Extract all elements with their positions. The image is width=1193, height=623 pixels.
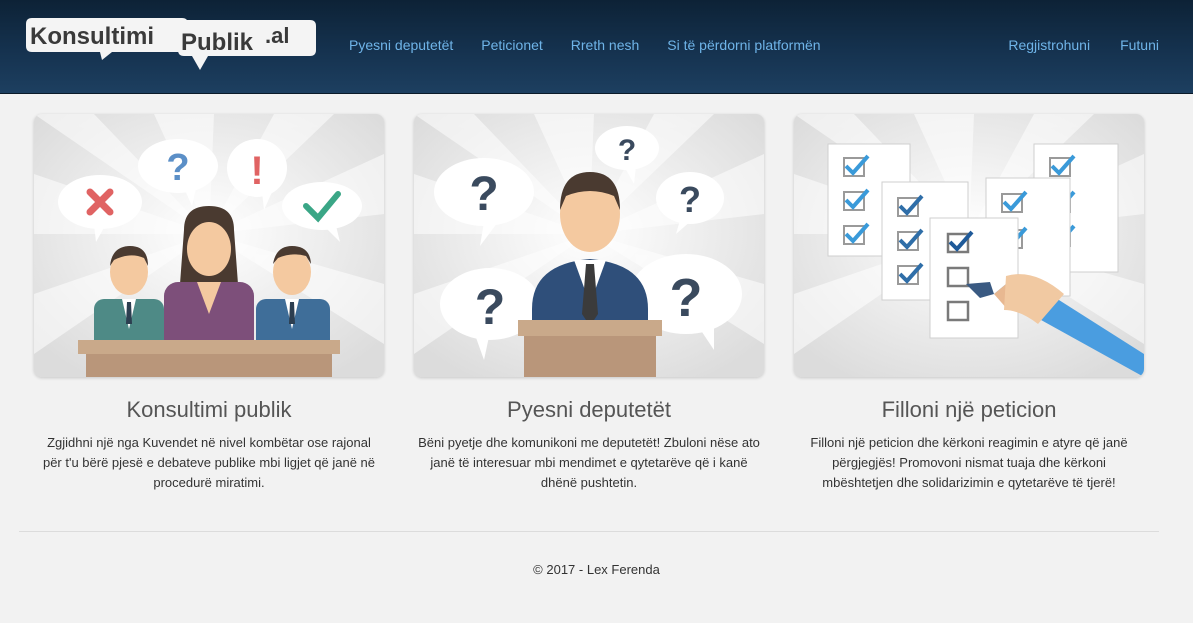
card-image-start-petition[interactable] [794,114,1144,377]
auth-nav: Regjistrohuni Futuni [978,0,1159,90]
nav-link-rreth-nesh[interactable]: Rreth nesh [557,37,653,53]
card-description: Bëni pyetje dhe komunikoni me deputetët!… [418,435,760,490]
site-logo[interactable]: Konsultimi Publik .al [22,14,318,72]
card-title: Konsultimi publik [126,397,292,422]
register-link[interactable]: Regjistrohuni [978,37,1090,53]
card-pyesni-deputetet: ? ? ? ? ? Pyesni deputetët Bëni pyetje d… [414,114,764,493]
petition-checklist-illustration [794,114,1144,377]
public-consultation-illustration: ? ! [34,114,384,377]
logo-text-word1: Konsultimi [30,23,154,50]
main-nav: Pyesni deputetët Peticionet Rreth nesh S… [335,0,835,90]
card-image-ask-deputies[interactable]: ? ? ? ? ? [414,114,764,377]
svg-text:?: ? [679,179,701,220]
svg-text:!: ! [250,149,263,193]
nav-link-pyesni-deputetet[interactable]: Pyesni deputetët [335,37,467,53]
card-image-public-consultation[interactable]: ? ! [34,114,384,377]
nav-link-si-te-perdorni[interactable]: Si të përdorni platformën [653,37,834,53]
footer-copyright: © 2017 - Lex Ferenda [533,562,660,577]
login-link[interactable]: Futuni [1090,37,1159,53]
nav-link-peticionet[interactable]: Peticionet [467,37,556,53]
svg-text:?: ? [475,279,506,335]
card-filloni-peticion: Filloni një peticion Filloni një peticio… [794,114,1144,493]
svg-text:?: ? [469,168,498,221]
card-konsultimi-publik: ? ! Konsultimi publik Zgjidhni një nga K… [34,114,384,493]
svg-text:?: ? [670,268,703,328]
card-title: Pyesni deputetët [507,397,671,422]
card-description: Filloni një peticion dhe kërkoni reagimi… [810,435,1128,490]
card-title: Filloni një peticion [881,397,1057,422]
svg-text:?: ? [166,147,189,189]
svg-text:?: ? [618,134,636,167]
ask-deputies-illustration: ? ? ? ? ? [414,114,764,377]
navbar: Konsultimi Publik .al Pyesni deputetët P… [0,0,1193,94]
logo-text-tld: .al [265,23,289,48]
checklist-sheet-front-icon [929,217,1019,339]
logo-speech-bubbles-icon: Konsultimi Publik .al [26,18,316,70]
footer-divider [19,531,1159,532]
card-description: Zgjidhni një nga Kuvendet në nivel kombë… [42,435,376,490]
logo-text-word2: Publik [181,29,254,56]
